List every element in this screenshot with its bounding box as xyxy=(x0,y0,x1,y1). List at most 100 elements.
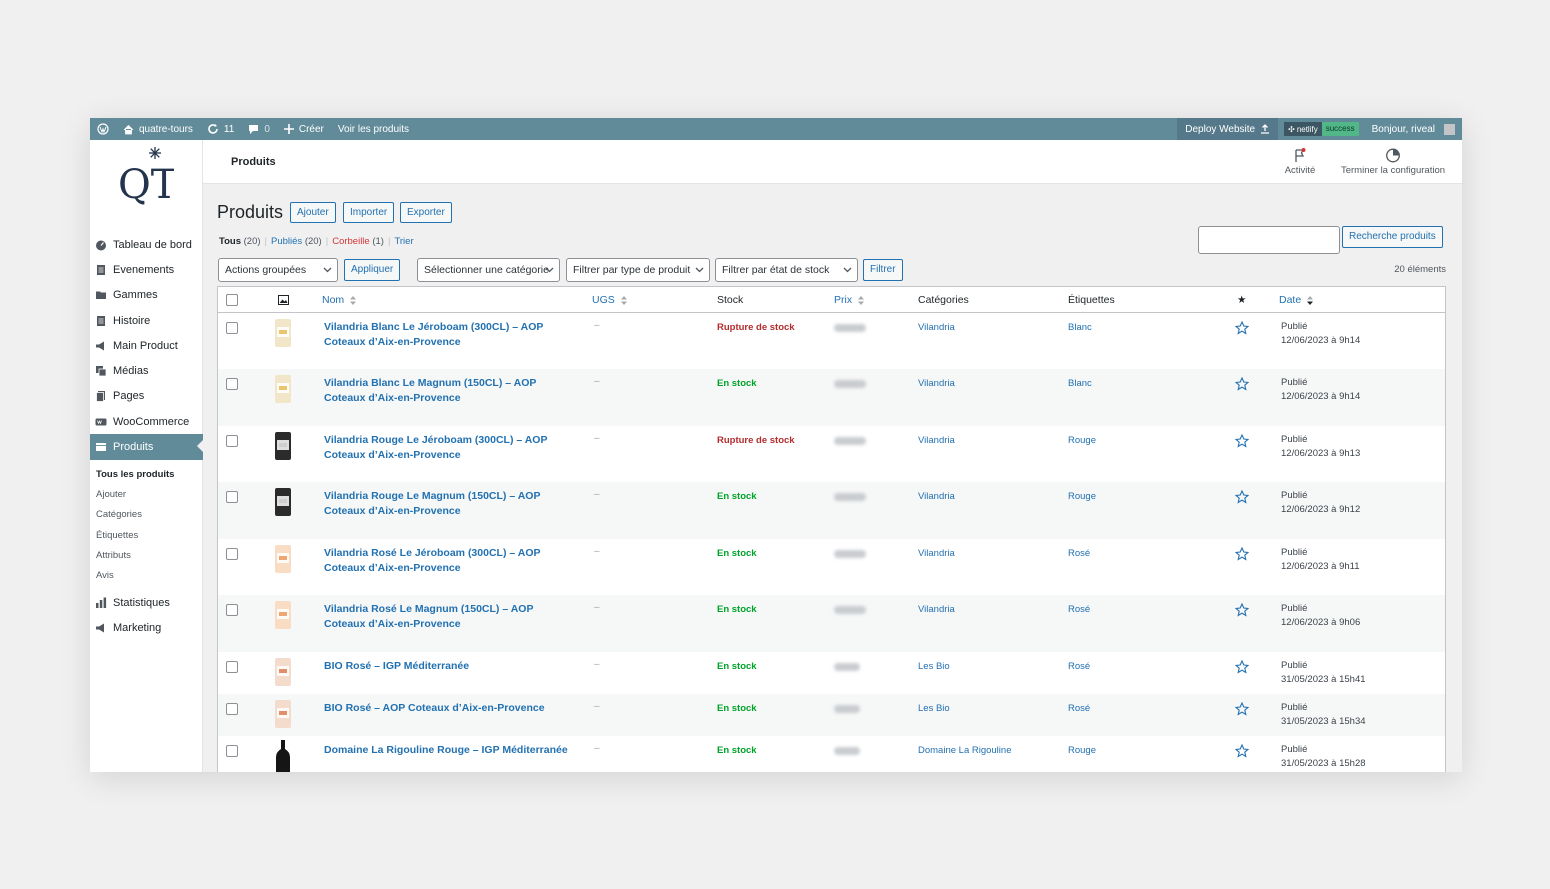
view-products-link[interactable]: Voir les produits xyxy=(331,118,416,140)
column-date[interactable]: Date xyxy=(1279,294,1314,306)
deploy-website-button[interactable]: Deploy Website xyxy=(1177,118,1279,140)
star-icon[interactable] xyxy=(1235,321,1249,335)
menu-statistiques[interactable]: Statistiques xyxy=(90,590,203,615)
product-name-link[interactable]: Vilandria Rouge Le Magnum (150CL) – AOP … xyxy=(324,489,574,519)
row-checkbox[interactable] xyxy=(226,435,238,447)
row-checkbox[interactable] xyxy=(226,491,238,503)
star-icon[interactable] xyxy=(1235,490,1249,504)
menu-produits[interactable]: Produits xyxy=(90,434,203,460)
product-category-link[interactable]: Vilandria xyxy=(918,378,955,389)
category-select[interactable]: Sélectionner une catégorie xyxy=(417,258,560,282)
star-icon[interactable] xyxy=(1235,744,1249,758)
product-category-link[interactable]: Vilandria xyxy=(918,604,955,615)
product-tag-link[interactable]: Rouge xyxy=(1068,745,1096,756)
row-checkbox[interactable] xyxy=(226,322,238,334)
product-name-link[interactable]: Vilandria Rosé Le Magnum (150CL) – AOP C… xyxy=(324,602,574,632)
submenu-etiquettes[interactable]: Étiquettes xyxy=(90,526,203,546)
menu-pages[interactable]: Pages xyxy=(90,384,203,409)
column-featured[interactable]: ★ xyxy=(1237,294,1246,306)
product-tag-link[interactable]: Rouge xyxy=(1068,435,1096,446)
product-tag-link[interactable]: Blanc xyxy=(1068,378,1092,389)
star-icon[interactable] xyxy=(1235,603,1249,617)
menu-gammes[interactable]: Gammes xyxy=(90,283,203,308)
product-name-link[interactable]: Domaine La Rigouline Rouge – IGP Méditer… xyxy=(324,743,574,758)
product-category-link[interactable]: Vilandria xyxy=(918,435,955,446)
updates-link[interactable]: 11 xyxy=(200,118,241,140)
activity-button[interactable]: Activité xyxy=(1280,148,1320,176)
product-category-link[interactable]: Vilandria xyxy=(918,491,955,502)
star-icon[interactable] xyxy=(1235,660,1249,674)
product-tag-link[interactable]: Rosé xyxy=(1068,703,1090,714)
product-thumbnail[interactable] xyxy=(272,698,294,730)
product-thumbnail[interactable] xyxy=(272,656,294,688)
product-name-link[interactable]: Vilandria Blanc Le Jéroboam (300CL) – AO… xyxy=(324,320,574,350)
select-all-checkbox[interactable] xyxy=(226,294,238,306)
menu-main-product[interactable]: Main Product xyxy=(90,333,203,358)
product-name-link[interactable]: Vilandria Rosé Le Jéroboam (300CL) – AOP… xyxy=(324,546,574,576)
submenu-avis[interactable]: Avis xyxy=(90,566,203,586)
column-sku[interactable]: UGS xyxy=(592,294,627,306)
product-thumbnail[interactable] xyxy=(272,740,294,772)
product-category-link[interactable]: Vilandria xyxy=(918,548,955,559)
submenu-tous-les-produits[interactable]: Tous les produits xyxy=(90,465,203,485)
product-category-link[interactable]: Les Bio xyxy=(918,661,950,672)
product-thumbnail[interactable] xyxy=(272,373,294,405)
export-button[interactable]: Exporter xyxy=(400,202,452,223)
bulk-actions-select[interactable]: Actions groupées xyxy=(218,258,338,282)
filter-button[interactable]: Filtrer xyxy=(863,259,903,281)
menu-marketing[interactable]: Marketing xyxy=(90,616,203,641)
filter-all[interactable]: Tous (20) xyxy=(219,236,261,247)
product-thumbnail[interactable] xyxy=(272,317,294,349)
product-tag-link[interactable]: Rouge xyxy=(1068,491,1096,502)
create-link[interactable]: Créer xyxy=(277,118,331,140)
product-tag-link[interactable]: Rosé xyxy=(1068,604,1090,615)
filter-trash[interactable]: Corbeille (1) xyxy=(332,236,384,247)
star-icon[interactable] xyxy=(1235,702,1249,716)
menu-tableau-de-bord[interactable]: Tableau de bord xyxy=(90,232,203,257)
product-thumbnail[interactable] xyxy=(272,599,294,631)
submenu-categories[interactable]: Catégories xyxy=(90,505,203,525)
product-thumbnail[interactable] xyxy=(272,543,294,575)
wordpress-logo-icon[interactable] xyxy=(90,118,116,140)
product-name-link[interactable]: BIO Rosé – IGP Méditerranée xyxy=(324,659,574,674)
product-name-link[interactable]: Vilandria Blanc Le Magnum (150CL) – AOP … xyxy=(324,376,574,406)
menu-histoire[interactable]: Histoire xyxy=(90,308,203,333)
search-products-button[interactable]: Recherche produits xyxy=(1342,226,1443,248)
user-account-menu[interactable]: Bonjour, riveal xyxy=(1365,118,1462,140)
product-name-link[interactable]: Vilandria Rouge Le Jéroboam (300CL) – AO… xyxy=(324,433,574,463)
star-icon[interactable] xyxy=(1235,434,1249,448)
search-input[interactable] xyxy=(1198,226,1340,254)
star-icon[interactable] xyxy=(1235,377,1249,391)
site-logo[interactable]: QT xyxy=(118,146,174,208)
filter-published[interactable]: Publiés (20) xyxy=(271,236,322,247)
product-thumbnail[interactable] xyxy=(272,486,294,518)
stock-status-select[interactable]: Filtrer par état de stock xyxy=(715,258,858,282)
column-price[interactable]: Prix xyxy=(834,294,865,306)
column-name[interactable]: Nom xyxy=(322,294,357,306)
netlify-status-badge[interactable]: ✣ netlify success xyxy=(1284,122,1359,136)
row-checkbox[interactable] xyxy=(226,703,238,715)
submenu-ajouter[interactable]: Ajouter xyxy=(90,485,203,505)
product-category-link[interactable]: Domaine La Rigouline xyxy=(918,745,1011,756)
row-checkbox[interactable] xyxy=(226,378,238,390)
import-button[interactable]: Importer xyxy=(343,202,395,223)
product-type-select[interactable]: Filtrer par type de produit xyxy=(566,258,710,282)
setup-button[interactable]: Terminer la configuration xyxy=(1331,148,1455,176)
apply-button[interactable]: Appliquer xyxy=(344,259,401,281)
add-product-button[interactable]: Ajouter xyxy=(290,202,336,223)
product-tag-link[interactable]: Blanc xyxy=(1068,322,1092,333)
submenu-attributs[interactable]: Attributs xyxy=(90,546,203,566)
star-icon[interactable] xyxy=(1235,547,1249,561)
menu-evenements[interactable]: Evenements xyxy=(90,257,203,282)
row-checkbox[interactable] xyxy=(226,604,238,616)
row-checkbox[interactable] xyxy=(226,548,238,560)
row-checkbox[interactable] xyxy=(226,745,238,757)
product-category-link[interactable]: Vilandria xyxy=(918,322,955,333)
row-checkbox[interactable] xyxy=(226,661,238,673)
product-category-link[interactable]: Les Bio xyxy=(918,703,950,714)
comments-link[interactable]: 0 xyxy=(241,118,277,140)
site-name-link[interactable]: quatre-tours xyxy=(116,118,200,140)
filter-sort[interactable]: Trier xyxy=(394,236,413,247)
product-thumbnail[interactable] xyxy=(272,430,294,462)
product-tag-link[interactable]: Rosé xyxy=(1068,661,1090,672)
